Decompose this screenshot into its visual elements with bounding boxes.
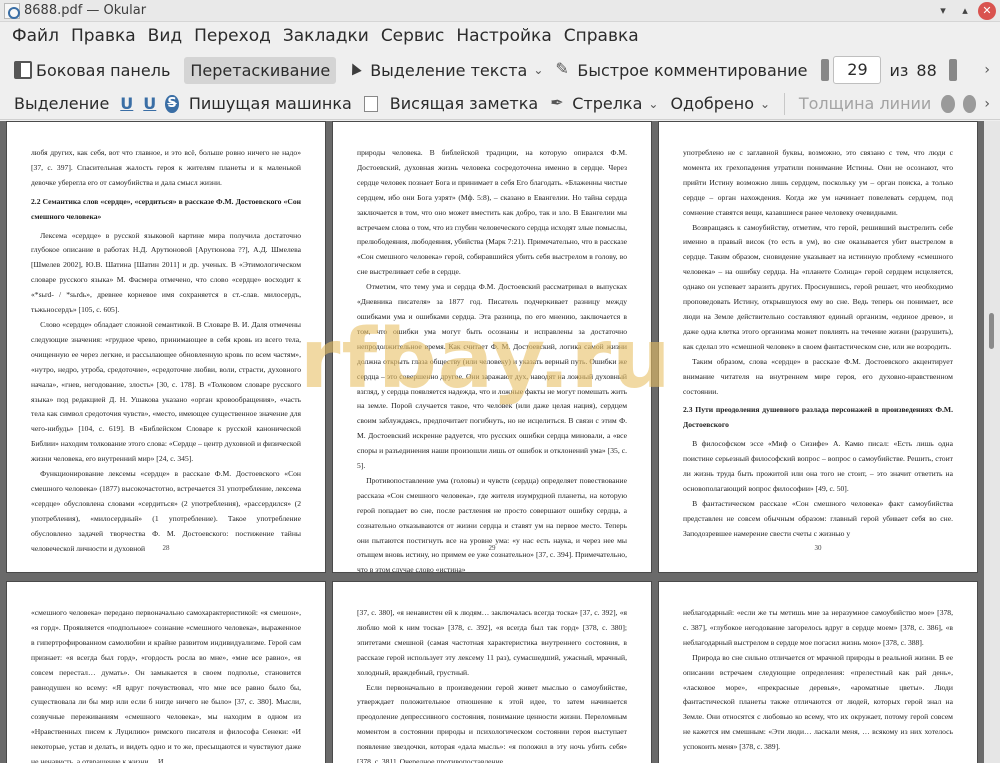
stamp-label: Одобрено xyxy=(670,94,755,113)
overflow-menu-icon[interactable]: › xyxy=(984,96,990,112)
section-heading: 2.2 Семантика слов «сердце», «сердиться»… xyxy=(31,196,301,221)
underline-icon[interactable]: U xyxy=(115,94,138,113)
page-paragraph: Слово «сердце» обладает сложной семантик… xyxy=(31,319,301,464)
chevron-down-icon[interactable]: ⌄ xyxy=(533,63,543,77)
window-controls: ▾ ▴ ✕ xyxy=(934,1,996,20)
page-paragraph: Природа во сне сильно отличается от мрач… xyxy=(683,652,953,752)
drag-mode-button[interactable]: Перетаскивание xyxy=(184,56,337,84)
page-of-label: из xyxy=(889,60,909,80)
arrow-pen-icon xyxy=(550,93,568,113)
page-number: 30 xyxy=(814,544,822,552)
stamp-tool[interactable]: Одобрено ⌄ xyxy=(664,90,776,117)
menu-edit[interactable]: Правка xyxy=(65,26,142,46)
sticky-note-label: Висящая заметка xyxy=(389,94,539,113)
squiggle-underline-icon[interactable]: U xyxy=(138,94,161,113)
page-paragraph: употреблено не с заглавной буквы, возмож… xyxy=(683,148,953,217)
page-number-input[interactable]: 29 xyxy=(833,56,882,84)
page-paragraph: Если первоначально в произведении герой … xyxy=(357,682,627,763)
quick-annotate-button[interactable]: Быстрое комментирование xyxy=(549,57,813,84)
page-next-icon[interactable] xyxy=(948,59,957,81)
okular-app-icon xyxy=(4,2,20,19)
opacity-icon[interactable] xyxy=(962,94,977,113)
note-icon xyxy=(363,95,378,112)
document-viewport[interactable]: любя других, как себя, вот что главное, … xyxy=(0,121,1000,763)
selection-tool[interactable]: Выделение xyxy=(8,90,115,117)
page-number: 28 xyxy=(162,544,170,552)
scrollbar-thumb[interactable] xyxy=(989,313,994,349)
page-total: 88 xyxy=(916,60,937,80)
toolbar-separator xyxy=(784,92,785,115)
pdf-page: неблагодарный: «если же ты метишь мне за… xyxy=(658,581,978,763)
arrow-label: Стрелка xyxy=(572,94,643,113)
chevron-down-icon[interactable]: ⌄ xyxy=(760,97,770,111)
quick-annotate-label: Быстрое комментирование xyxy=(577,60,808,80)
page-paragraph: [37, с. 380], «я ненавистен ей к людям… … xyxy=(357,608,627,677)
menu-go[interactable]: Переход xyxy=(188,26,277,46)
arrow-tool[interactable]: Стрелка ⌄ xyxy=(544,90,664,117)
menu-settings[interactable]: Настройка xyxy=(450,26,557,46)
annotation-toolbar: Выделение U U S Пишущая машинка Висящая … xyxy=(0,88,1000,120)
page-paragraph: «смешного человека» передано первоначаль… xyxy=(31,608,301,763)
pdf-page: [37, с. 380], «я ненавистен ей к людям… … xyxy=(332,581,652,763)
page-number: 29 xyxy=(488,544,496,552)
strikeout-icon[interactable]: S xyxy=(165,94,179,113)
pdf-page: природы человека. В библейской традиции,… xyxy=(332,121,652,573)
typewriter-label: Пишущая машинка xyxy=(188,94,352,113)
main-toolbar: Боковая панель Перетаскивание Выделение … xyxy=(0,52,1000,88)
page-paragraph: Отметим, что тему ума и сердца Ф.М. Дост… xyxy=(357,282,627,471)
minimize-icon[interactable]: ▾ xyxy=(934,2,952,20)
menu-view[interactable]: Вид xyxy=(142,26,188,46)
pdf-page: любя других, как себя, вот что главное, … xyxy=(6,121,326,573)
text-select-button[interactable]: Выделение текста ⌄ xyxy=(342,57,549,84)
line-width-label: Толщина линии xyxy=(798,94,932,113)
text-select-label: Выделение текста xyxy=(370,60,528,80)
menu-tools[interactable]: Сервис xyxy=(375,26,451,46)
typewriter-tool[interactable]: Пишущая машинка xyxy=(183,90,358,117)
menu-help[interactable]: Справка xyxy=(558,26,645,46)
vertical-scrollbar[interactable] xyxy=(984,121,1000,763)
sticky-note-tool[interactable]: Висящая заметка xyxy=(358,90,544,117)
maximize-icon[interactable]: ▴ xyxy=(956,2,974,20)
overflow-menu-icon[interactable]: › xyxy=(984,62,990,78)
section-heading: 2.3 Пути преодоления душевного разлада п… xyxy=(683,405,953,430)
page-paragraph: любя других, как себя, вот что главное, … xyxy=(31,148,301,187)
menu-bar: Файл Правка Вид Переход Закладки Сервис … xyxy=(0,22,1000,50)
page-paragraph: В фантастическом рассказе «Сон смешного … xyxy=(683,498,953,538)
page-paragraph: природы человека. В библейской традиции,… xyxy=(357,148,627,277)
chevron-down-icon[interactable]: ⌄ xyxy=(648,97,658,111)
page-paragraph: Противопоставление ума (головы) и чувств… xyxy=(357,475,627,573)
drag-mode-label: Перетаскивание xyxy=(190,60,331,80)
pen-icon xyxy=(555,59,573,79)
sidebar-label: Боковая панель xyxy=(36,60,171,80)
close-icon[interactable]: ✕ xyxy=(978,1,996,20)
page-paragraph: Таким образом, слова «сердце» в рассказе… xyxy=(683,356,953,396)
sidebar-button[interactable]: Боковая панель xyxy=(8,57,176,84)
page-paragraph: Лексема «сердце» в русской языковой карт… xyxy=(31,230,301,315)
menu-file[interactable]: Файл xyxy=(6,26,65,46)
cursor-icon xyxy=(348,61,366,79)
window-title: 8688.pdf — Okular xyxy=(24,3,147,18)
page-paragraph: неблагодарный: «если же ты метишь мне за… xyxy=(683,608,953,647)
page-prev-icon[interactable] xyxy=(821,59,830,81)
page-paragraph: Возвращаясь к самоубийству, отметим, что… xyxy=(683,222,953,351)
selection-label: Выделение xyxy=(14,94,110,113)
pdf-page: употреблено не с заглавной буквы, возмож… xyxy=(658,121,978,573)
sidebar-icon xyxy=(14,61,32,79)
pdf-page: «смешного человека» передано первоначаль… xyxy=(6,581,326,763)
color-picker-icon[interactable] xyxy=(941,94,955,113)
title-bar: 8688.pdf — Okular ▾ ▴ ✕ xyxy=(0,0,1000,22)
line-width-control[interactable]: Толщина линии xyxy=(793,90,938,117)
menu-bookmarks[interactable]: Закладки xyxy=(277,26,375,46)
page-paragraph: В философском эссе «Миф о Сизифе» А. Кам… xyxy=(683,439,953,493)
